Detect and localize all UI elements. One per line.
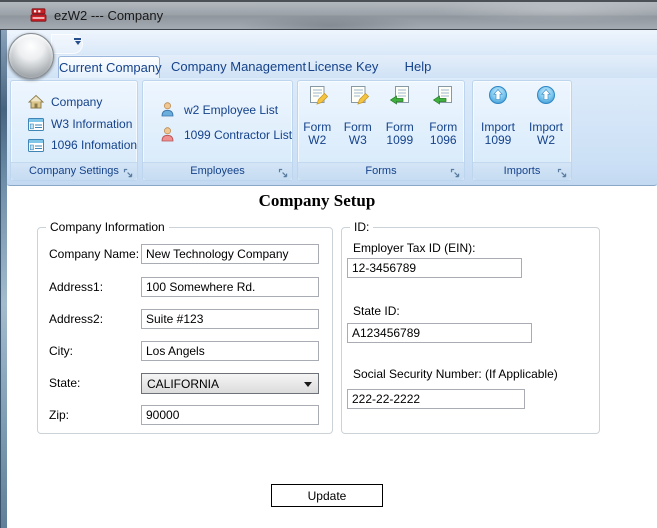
city-label: City: bbox=[49, 344, 73, 358]
ribbon-item-form-1096[interactable]: Form 1096 bbox=[423, 81, 464, 163]
ribbon-item-1096-information[interactable]: 1096 Infomation bbox=[28, 138, 137, 152]
group-label-company-settings: Company Settings bbox=[11, 162, 137, 180]
ribbon-item-w3-information[interactable]: W3 Information bbox=[28, 117, 137, 131]
ribbon-group-imports: Import 1099 Import W2 Imports bbox=[472, 80, 572, 181]
chevron-down-icon bbox=[304, 382, 312, 391]
qat-customize-icon[interactable] bbox=[73, 38, 82, 48]
document-green-arrow-icon bbox=[432, 85, 454, 107]
zip-label: Zip: bbox=[49, 408, 70, 422]
import-up-arrow-icon bbox=[488, 85, 508, 107]
address1-label: Address1: bbox=[49, 280, 104, 294]
state-selected-value: CALIFORNIA bbox=[147, 376, 220, 391]
update-button[interactable]: Update bbox=[271, 484, 383, 507]
state-id-input[interactable] bbox=[347, 323, 532, 343]
zip-input[interactable] bbox=[141, 405, 319, 425]
window-title: ezW2 --- Company bbox=[54, 8, 164, 23]
window-left-border bbox=[0, 30, 7, 528]
ribbon-tab-strip: Current Company Company Management Licen… bbox=[7, 55, 657, 79]
import-up-arrow-icon bbox=[536, 85, 556, 107]
address1-input[interactable] bbox=[141, 277, 319, 297]
group-label-forms: Forms bbox=[298, 162, 464, 180]
city-input[interactable] bbox=[141, 341, 319, 361]
form-window-icon bbox=[28, 138, 44, 152]
application-window: ezW2 --- Company Current Company Company… bbox=[0, 0, 657, 528]
tab-current-company[interactable]: Current Company bbox=[58, 56, 162, 78]
state-id-label: State ID: bbox=[353, 304, 400, 318]
app-icon bbox=[30, 8, 47, 23]
dialog-launcher-icon[interactable] bbox=[123, 166, 134, 178]
company-information-legend: Company Information bbox=[46, 220, 169, 234]
dialog-launcher-icon[interactable] bbox=[557, 166, 568, 178]
company-information-groupbox: Company Information Company Name: Addres… bbox=[37, 220, 333, 434]
company-name-label: Company Name: bbox=[49, 247, 140, 261]
ein-input[interactable] bbox=[347, 258, 522, 278]
ribbon-group-forms: Form W2 Form W3 Form 1099 Form 1096 Form… bbox=[297, 80, 465, 181]
ribbon-item-form-1099[interactable]: Form 1099 bbox=[379, 81, 420, 163]
house-icon bbox=[28, 94, 44, 110]
dialog-launcher-icon[interactable] bbox=[450, 166, 461, 178]
ssn-input[interactable] bbox=[347, 389, 525, 409]
group-label-employees: Employees bbox=[143, 162, 292, 180]
application-orb-button[interactable] bbox=[8, 33, 54, 79]
ribbon: Current Company Company Management Licen… bbox=[7, 30, 657, 186]
title-bar: ezW2 --- Company bbox=[0, 0, 657, 30]
ribbon-item-label: w2 Employee List bbox=[184, 102, 279, 117]
address2-input[interactable] bbox=[141, 309, 319, 329]
ribbon-item-label: 1096 Infomation bbox=[51, 138, 138, 152]
dialog-launcher-icon[interactable] bbox=[278, 166, 289, 178]
tab-license-key[interactable]: License Key bbox=[306, 56, 380, 78]
page-title: Company Setup bbox=[258, 191, 376, 210]
person-red-icon bbox=[159, 126, 176, 143]
tab-company-management[interactable]: Company Management bbox=[171, 56, 306, 78]
quick-access-toolbar bbox=[7, 30, 657, 55]
address2-label: Address2: bbox=[49, 312, 104, 326]
ribbon-group-company-settings: Company W3 Information 1096 Infomation C… bbox=[10, 80, 138, 181]
company-name-input[interactable] bbox=[141, 244, 319, 264]
ribbon-item-form-w2[interactable]: Form W2 bbox=[298, 81, 337, 163]
document-pencil-icon bbox=[306, 85, 329, 107]
ribbon-item-form-w3[interactable]: Form W3 bbox=[339, 81, 378, 163]
document-pencil-icon bbox=[347, 85, 369, 107]
id-groupbox: ID: Employer Tax ID (EIN): State ID: Soc… bbox=[341, 220, 600, 434]
company-setup-panel: Company Setup Company Information Compan… bbox=[7, 186, 657, 528]
document-green-arrow-icon bbox=[389, 85, 411, 107]
ssn-label: Social Security Number: (If Applicable) bbox=[353, 367, 558, 381]
ribbon-group-employees: w2 Employee List 1099 Contractor List Em… bbox=[142, 80, 293, 181]
tab-help[interactable]: Help bbox=[396, 56, 440, 78]
state-select[interactable]: CALIFORNIA bbox=[141, 373, 319, 394]
person-blue-icon bbox=[159, 101, 176, 118]
ribbon-item-import-1099[interactable]: Import 1099 bbox=[476, 81, 520, 163]
ribbon-item-label: W3 Information bbox=[51, 117, 133, 131]
form-window-icon bbox=[28, 117, 44, 131]
id-legend: ID: bbox=[350, 220, 374, 234]
ein-label: Employer Tax ID (EIN): bbox=[353, 241, 476, 255]
ribbon-item-label: 1099 Contractor List bbox=[184, 127, 293, 142]
ribbon-item-company[interactable]: Company bbox=[28, 94, 137, 110]
ribbon-body: Company W3 Information 1096 Infomation C… bbox=[7, 78, 657, 186]
ribbon-item-import-w2[interactable]: Import W2 bbox=[524, 81, 568, 163]
ribbon-item-label: Company bbox=[51, 95, 103, 109]
ribbon-item-w2-employee-list[interactable]: w2 Employee List bbox=[159, 101, 292, 118]
ribbon-item-1099-contractor-list[interactable]: 1099 Contractor List bbox=[159, 126, 292, 143]
state-label: State: bbox=[49, 376, 81, 390]
